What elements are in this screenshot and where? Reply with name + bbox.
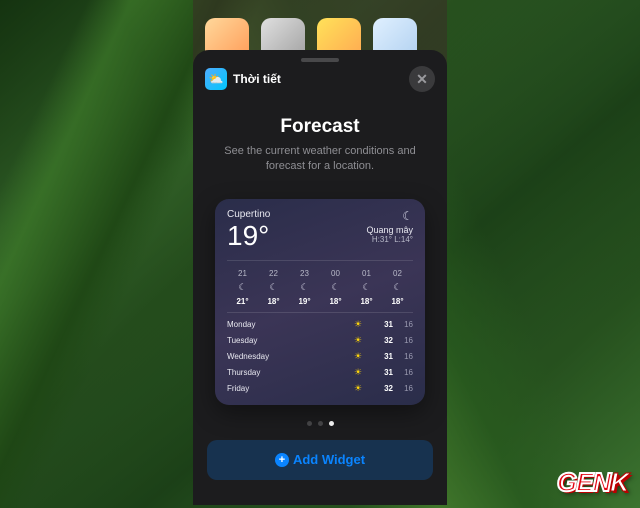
moon-icon: ☾ xyxy=(258,282,289,293)
daily-day: Wednesday xyxy=(227,352,343,361)
page-indicator[interactable] xyxy=(193,421,447,426)
moon-icon: ☾ xyxy=(366,209,413,223)
sun-icon: ☀ xyxy=(343,335,373,346)
page-dot[interactable] xyxy=(307,421,312,426)
page-dot[interactable] xyxy=(318,421,323,426)
phone-screen: ☾☾☾ ⛅ Thời tiết ✕ Forecast See the curre… xyxy=(193,0,447,505)
daily-high: 31 xyxy=(373,368,393,377)
hourly-temp: 19° xyxy=(289,297,320,306)
hourly-column: 02 ☾ 18° xyxy=(382,269,413,306)
widget-preview[interactable]: Cupertino 19° ☾ Quang mây H:31° L:14° 21… xyxy=(215,199,425,405)
daily-low: 16 xyxy=(393,352,413,361)
hourly-temp: 18° xyxy=(320,297,351,306)
page-dot[interactable] xyxy=(329,421,334,426)
hourly-hour: 02 xyxy=(382,269,413,278)
widget-subtitle: See the current weather conditions and f… xyxy=(209,144,431,175)
hourly-temp: 18° xyxy=(351,297,382,306)
close-button[interactable]: ✕ xyxy=(409,66,435,92)
daily-day: Monday xyxy=(227,320,343,329)
daily-high: 32 xyxy=(373,384,393,393)
hilo-label: H:31° L:14° xyxy=(366,235,413,244)
daily-day: Thursday xyxy=(227,368,343,377)
moon-icon: ☾ xyxy=(227,282,258,293)
app-name-label: Thời tiết xyxy=(233,72,281,86)
hourly-column: 22 ☾ 18° xyxy=(258,269,289,306)
add-widget-label: Add Widget xyxy=(293,452,365,467)
sun-icon: ☀ xyxy=(343,383,373,394)
widget-location-block: Cupertino 19° xyxy=(227,209,270,250)
daily-day: Friday xyxy=(227,384,343,393)
hourly-hour: 23 xyxy=(289,269,320,278)
title-block: Forecast See the current weather conditi… xyxy=(193,90,447,185)
widget-title: Forecast xyxy=(209,116,431,138)
daily-row: Tuesday☀3216 xyxy=(227,333,413,349)
plus-icon: + xyxy=(275,453,289,467)
location-label: Cupertino xyxy=(227,209,270,220)
hourly-hour: 00 xyxy=(320,269,351,278)
moon-icon: ☾ xyxy=(320,282,351,293)
close-icon: ✕ xyxy=(416,71,428,88)
weather-app-icon: ⛅ xyxy=(205,68,227,90)
daily-forecast: Monday☀3116Tuesday☀3216Wednesday☀3116Thu… xyxy=(227,312,413,397)
daily-high: 31 xyxy=(373,320,393,329)
hourly-temp: 18° xyxy=(258,297,289,306)
condition-label: Quang mây xyxy=(366,225,413,235)
hourly-hour: 01 xyxy=(351,269,382,278)
daily-high: 31 xyxy=(373,352,393,361)
hourly-forecast: 21☾21°22☾18°23☾19°00☾18°01☾18°02☾18° xyxy=(227,260,413,312)
sun-icon: ☀ xyxy=(343,351,373,362)
hourly-column: 00 ☾ 18° xyxy=(320,269,351,306)
hourly-column: 23 ☾ 19° xyxy=(289,269,320,306)
widget-picker-sheet: ⛅ Thời tiết ✕ Forecast See the current w… xyxy=(193,50,447,505)
hourly-hour: 21 xyxy=(227,269,258,278)
hourly-temp: 18° xyxy=(382,297,413,306)
moon-icon: ☾ xyxy=(351,282,382,293)
moon-icon: ☾ xyxy=(289,282,320,293)
sun-icon: ☀ xyxy=(343,319,373,330)
moon-icon: ☾ xyxy=(382,282,413,293)
daily-low: 16 xyxy=(393,320,413,329)
temperature-label: 19° xyxy=(227,222,270,250)
hourly-column: 21 ☾ 21° xyxy=(227,269,258,306)
daily-low: 16 xyxy=(393,384,413,393)
daily-high: 32 xyxy=(373,336,393,345)
daily-row: Monday☀3116 xyxy=(227,317,413,333)
hourly-column: 01 ☾ 18° xyxy=(351,269,382,306)
daily-day: Tuesday xyxy=(227,336,343,345)
daily-row: Thursday☀3116 xyxy=(227,365,413,381)
add-widget-button[interactable]: + Add Widget xyxy=(207,440,433,480)
hourly-temp: 21° xyxy=(227,297,258,306)
watermark-logo: GENK xyxy=(557,467,628,498)
daily-row: Wednesday☀3116 xyxy=(227,349,413,365)
daily-row: Friday☀3216 xyxy=(227,381,413,397)
daily-low: 16 xyxy=(393,336,413,345)
widget-condition-block: ☾ Quang mây H:31° L:14° xyxy=(366,209,413,244)
daily-low: 16 xyxy=(393,368,413,377)
widget-top-row: Cupertino 19° ☾ Quang mây H:31° L:14° xyxy=(227,209,413,250)
hourly-hour: 22 xyxy=(258,269,289,278)
sun-icon: ☀ xyxy=(343,367,373,378)
sheet-header: ⛅ Thời tiết ✕ xyxy=(193,62,447,90)
